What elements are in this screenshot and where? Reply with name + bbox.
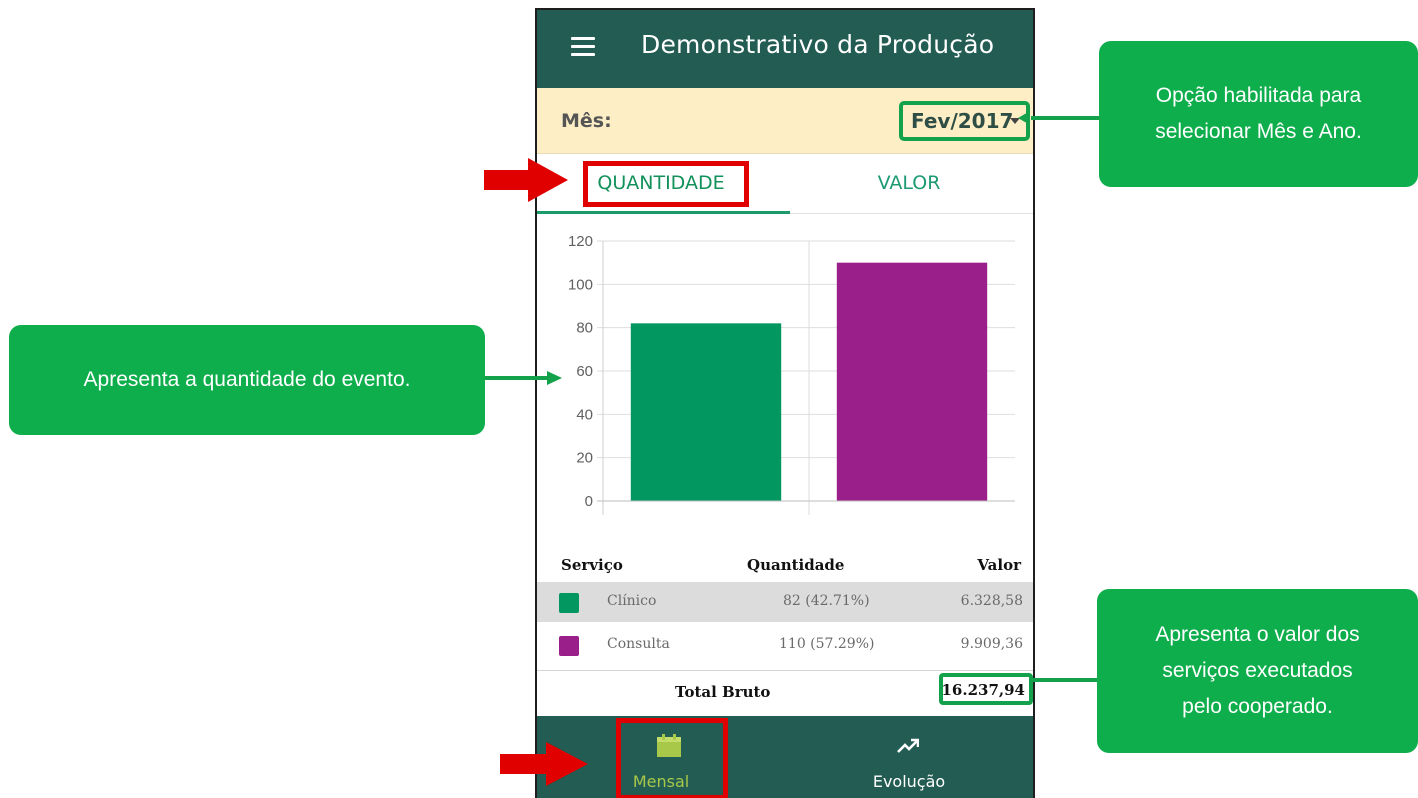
callout-quantity: Apresenta a quantidade do evento.: [9, 325, 485, 435]
red-arrow-icon: [484, 158, 568, 202]
red-arrow-icon: [500, 742, 588, 786]
green-arrow-icon: [485, 371, 562, 385]
callout-month-line1: Opção habilitada para: [1155, 84, 1362, 108]
callout-value: Apresenta o valor dos serviços executados…: [1097, 589, 1418, 753]
callout-value-line2: serviços executados: [1162, 659, 1353, 683]
callout-month: Opção habilitada para selecionar Mês e An…: [1099, 41, 1418, 187]
callout-month-line2: selecionar Mês e Ano.: [1155, 120, 1362, 143]
annotated-screenshot: Demonstrativo da Produção Mês: Fev/2017 …: [0, 0, 1418, 798]
green-connector-icon: [1018, 111, 1100, 125]
callout-value-line3: pelo cooperado.: [1182, 694, 1333, 718]
callout-value-line1: Apresenta o valor dos: [1155, 623, 1360, 647]
callout-quantity-text: Apresenta a quantidade do evento.: [83, 368, 411, 392]
